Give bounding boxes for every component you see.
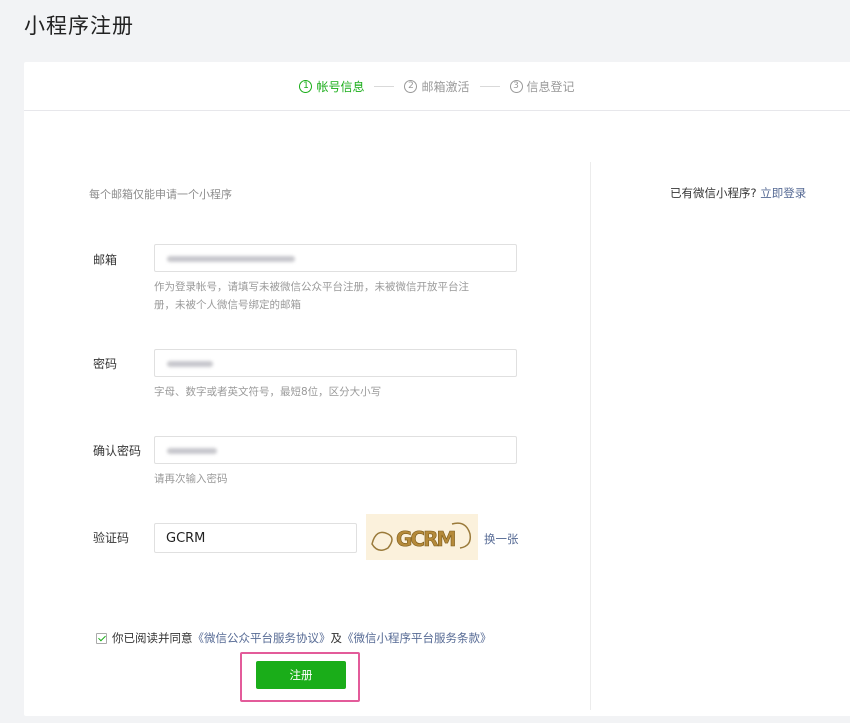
terms-link[interactable]: 《微信小程序平台服务条款》 bbox=[342, 630, 492, 646]
step-number-3: 3 bbox=[509, 79, 523, 93]
step-connector bbox=[479, 85, 500, 87]
login-hint: 已有微信小程序? 立即登录 bbox=[670, 185, 806, 201]
captcha-image[interactable]: GCRM bbox=[366, 514, 478, 560]
step-info-registration: 3 信息登记 bbox=[509, 78, 575, 95]
redacted-confirm-value bbox=[167, 448, 217, 454]
email-input[interactable] bbox=[154, 244, 517, 272]
vertical-divider bbox=[590, 162, 591, 710]
login-link[interactable]: 立即登录 bbox=[760, 186, 806, 200]
email-hint-line2: 册，未被个人微信号绑定的邮箱 bbox=[154, 299, 301, 311]
step-email-activation: 2 邮箱激活 bbox=[404, 78, 470, 95]
redacted-password-value bbox=[167, 361, 213, 367]
register-button[interactable]: 注册 bbox=[256, 661, 346, 689]
login-hint-text: 已有微信小程序? bbox=[670, 186, 757, 200]
captcha-text: GCRM bbox=[396, 527, 455, 551]
step-number-1: 1 bbox=[299, 79, 313, 93]
captcha-label: 验证码 bbox=[93, 531, 130, 545]
agreement-row: 你已阅读并同意 《微信公众平台服务协议》 及 《微信小程序平台服务条款》 bbox=[96, 630, 492, 646]
step-number-2: 2 bbox=[404, 79, 418, 93]
email-notice: 每个邮箱仅能申请一个小程序 bbox=[89, 188, 232, 201]
page-title: 小程序注册 bbox=[24, 14, 134, 38]
registration-card: 1 帐号信息 2 邮箱激活 3 信息登记 每个邮箱仅能申请一个小程序 已有微信小… bbox=[24, 62, 850, 716]
captcha-image-graphic: GCRM bbox=[371, 522, 472, 551]
service-agreement-link[interactable]: 《微信公众平台服务协议》 bbox=[193, 630, 331, 646]
confirm-password-label: 确认密码 bbox=[93, 444, 142, 458]
step-label: 邮箱激活 bbox=[421, 79, 470, 94]
captcha-input[interactable] bbox=[154, 523, 357, 553]
email-label: 邮箱 bbox=[93, 253, 118, 267]
agreement-middle: 及 bbox=[330, 631, 343, 645]
step-connector bbox=[374, 85, 395, 87]
step-label: 帐号信息 bbox=[316, 79, 365, 94]
email-hint: 作为登录帐号，请填写未被微信公众平台注册，未被微信开放平台注 册，未被个人微信号… bbox=[154, 278, 469, 314]
email-hint-line1: 作为登录帐号，请填写未被微信公众平台注册，未被微信开放平台注 bbox=[154, 281, 469, 293]
confirm-password-input[interactable] bbox=[154, 436, 517, 464]
agreement-prefix: 你已阅读并同意 bbox=[112, 631, 193, 645]
redacted-email-value bbox=[167, 256, 295, 262]
refresh-captcha-link[interactable]: 换一张 bbox=[484, 531, 519, 547]
password-hint: 字母、数字或者英文符号，最短8位，区分大小写 bbox=[154, 386, 382, 398]
step-label: 信息登记 bbox=[526, 79, 575, 94]
password-input[interactable] bbox=[154, 349, 517, 377]
password-label: 密码 bbox=[93, 357, 118, 371]
confirm-password-hint: 请再次输入密码 bbox=[154, 473, 228, 485]
step-account-info: 1 帐号信息 bbox=[299, 78, 364, 95]
step-progress: 1 帐号信息 2 邮箱激活 3 信息登记 bbox=[24, 62, 850, 111]
agreement-checkbox[interactable] bbox=[96, 632, 107, 644]
